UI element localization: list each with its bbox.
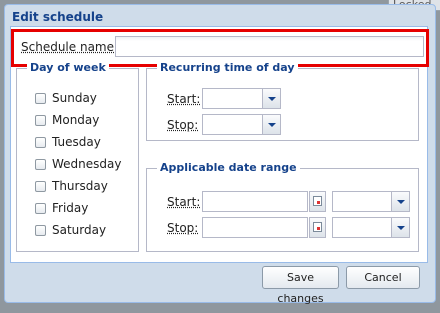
day-checkbox-thursday[interactable]: Thursday — [35, 179, 108, 193]
date-stop-time-select[interactable] — [332, 217, 410, 238]
chevron-down-icon[interactable] — [391, 192, 409, 211]
date-stop-input[interactable] — [202, 217, 308, 238]
day-label: Friday — [52, 201, 89, 215]
day-checkbox-friday[interactable]: Friday — [35, 201, 88, 215]
day-label: Tuesday — [52, 135, 101, 149]
checkbox-icon[interactable] — [35, 224, 46, 236]
save-changes-button[interactable]: Save changes — [262, 266, 339, 305]
date-stop-label: Stop: — [167, 221, 199, 235]
checkbox-icon[interactable] — [35, 92, 46, 104]
date-stop-calendar-button[interactable] — [309, 217, 326, 238]
calendar-icon[interactable] — [313, 196, 322, 206]
dialog-title: Edit schedule — [12, 10, 104, 24]
checkbox-icon[interactable] — [35, 136, 46, 148]
chevron-down-icon[interactable] — [262, 115, 280, 134]
checkbox-icon[interactable] — [35, 202, 46, 214]
checkbox-icon[interactable] — [35, 114, 46, 126]
date-start-time-select[interactable] — [332, 191, 410, 212]
day-label: Thursday — [52, 179, 108, 193]
date-start-label: Start: — [167, 195, 201, 209]
checkbox-icon[interactable] — [35, 158, 46, 170]
day-checkbox-wednesday[interactable]: Wednesday — [35, 157, 121, 171]
chevron-down-icon[interactable] — [262, 89, 280, 108]
day-checkbox-saturday[interactable]: Saturday — [35, 223, 106, 237]
checkbox-icon[interactable] — [35, 180, 46, 192]
recurring-time-legend: Recurring time of day — [157, 61, 298, 74]
day-of-week-legend: Day of week — [27, 61, 109, 74]
recurring-stop-select[interactable] — [202, 114, 281, 135]
date-range-legend: Applicable date range — [157, 161, 300, 174]
schedule-name-input[interactable] — [115, 36, 424, 57]
chevron-down-icon[interactable] — [391, 218, 409, 237]
day-label: Saturday — [52, 223, 107, 237]
schedule-name-label: Schedule name: — [21, 40, 119, 54]
date-start-calendar-button[interactable] — [309, 191, 326, 212]
day-checkbox-tuesday[interactable]: Tuesday — [35, 135, 101, 149]
recurring-stop-label: Stop: — [167, 118, 199, 132]
day-of-week-fieldset: Day of week Sunday Monday Tuesday Wednes… — [16, 61, 139, 252]
recurring-time-fieldset: Recurring time of day Start: Stop: — [146, 61, 419, 141]
day-checkbox-monday[interactable]: Monday — [35, 113, 99, 127]
date-start-input[interactable] — [202, 191, 308, 212]
day-label: Monday — [52, 113, 100, 127]
day-label: Sunday — [52, 91, 97, 105]
recurring-start-select[interactable] — [202, 88, 281, 109]
cancel-button[interactable]: Cancel — [346, 266, 420, 289]
calendar-icon[interactable] — [313, 222, 322, 232]
date-range-fieldset: Applicable date range Start: Stop: — [146, 161, 419, 252]
recurring-start-label: Start: — [167, 92, 201, 106]
day-label: Wednesday — [52, 157, 122, 171]
day-checkbox-sunday[interactable]: Sunday — [35, 91, 97, 105]
